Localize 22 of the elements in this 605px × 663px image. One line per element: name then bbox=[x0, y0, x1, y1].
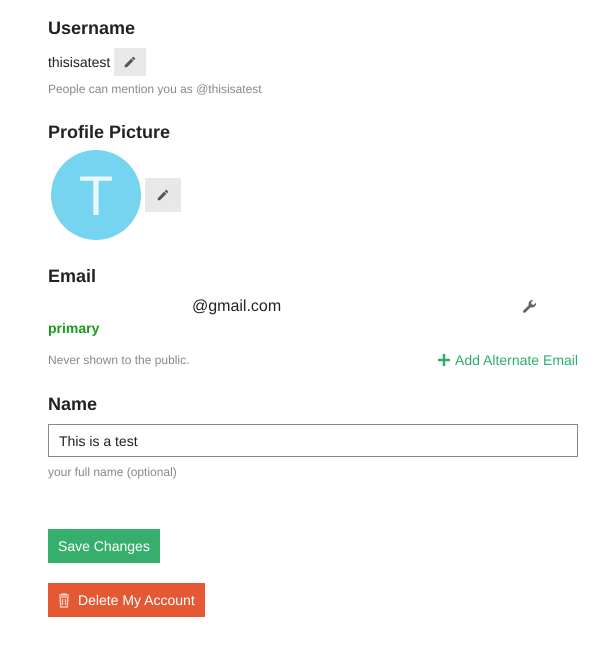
hint-text: Never shown to the public. bbox=[48, 353, 190, 367]
section-heading: Username bbox=[48, 17, 136, 40]
trash-icon bbox=[58, 592, 70, 608]
edit-icon bbox=[156, 188, 170, 202]
delete-button[interactable]: Delete My Account bbox=[48, 583, 205, 617]
email-address: @gmail.com bbox=[192, 298, 282, 316]
save-button[interactable]: Save Changes bbox=[48, 529, 160, 563]
section-heading: Name bbox=[48, 393, 98, 416]
section-heading: Email bbox=[48, 265, 98, 288]
primary-label: primary bbox=[48, 320, 100, 336]
hint-text: People can mention you as @thisisatest bbox=[48, 82, 263, 96]
edit-button[interactable] bbox=[114, 48, 146, 76]
edit-icon bbox=[123, 55, 138, 69]
username-text: thisisatest bbox=[48, 54, 110, 70]
name-field[interactable]: This is a test bbox=[48, 424, 578, 457]
section-heading: Profile Picture bbox=[48, 121, 172, 144]
plus-icon bbox=[438, 354, 450, 366]
avatar: T bbox=[51, 150, 141, 240]
edit-button[interactable] bbox=[145, 178, 181, 212]
wrench-icon[interactable] bbox=[522, 299, 538, 315]
add-email-link[interactable]: Add Alternate Email bbox=[438, 352, 578, 368]
hint-text: your full name (optional) bbox=[48, 465, 178, 479]
